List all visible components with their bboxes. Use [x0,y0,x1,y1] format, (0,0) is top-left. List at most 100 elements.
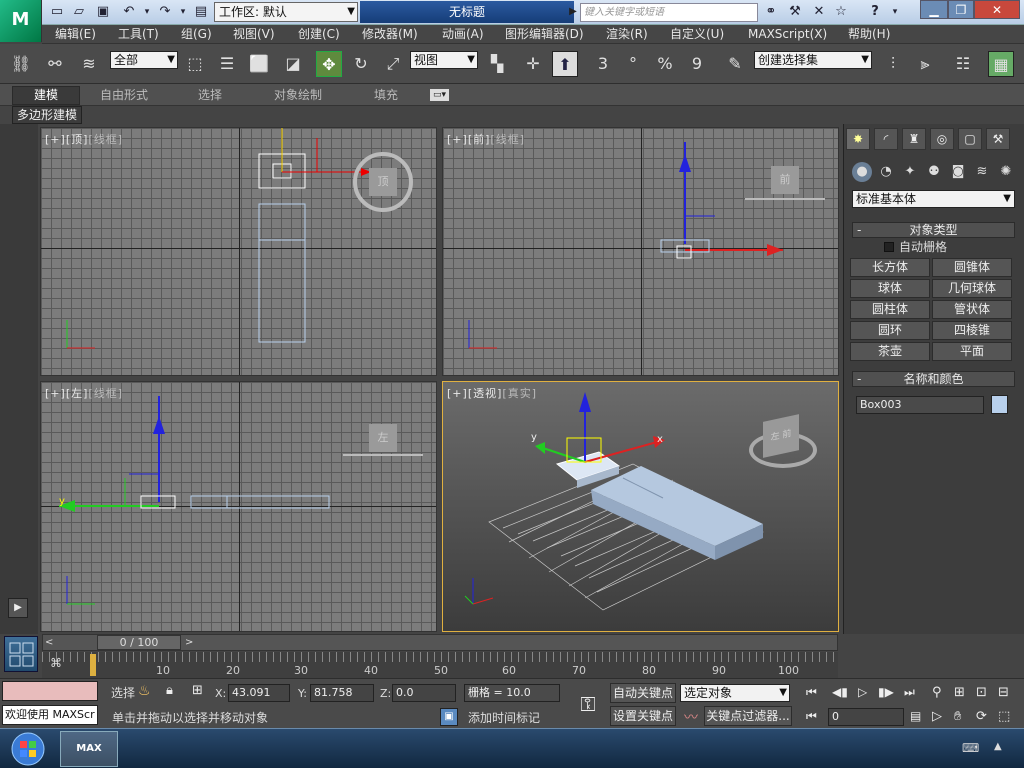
slider-prev-icon[interactable]: < [45,635,53,650]
tab-freeform[interactable]: 自由形式 [100,87,148,103]
rect-selection-icon[interactable]: ⬜ [246,51,272,77]
tools-icon[interactable]: ⚒ [786,3,804,21]
menu-graph-editors[interactable]: 图形编辑器(D) [505,26,584,43]
app-logo[interactable]: M [0,0,42,42]
sphere-button[interactable]: 球体 [850,279,930,298]
track-bar[interactable]: 10 20 30 40 50 60 70 80 90 100 [42,652,838,678]
pyramid-button[interactable]: 四棱锥 [932,321,1012,340]
goto-start-icon[interactable]: ⏮ [806,685,817,700]
key-icon[interactable]: ⚿ [570,689,606,719]
display-tab-icon[interactable]: ▢ [958,128,982,150]
viewcube-front[interactable]: 前 [771,166,799,194]
set-key-button[interactable]: 设置关键点 [610,706,676,726]
unlink-icon[interactable]: ⚯ [42,51,68,77]
x-coord-input[interactable]: 43.091 [228,684,290,702]
undo-dropdown-icon[interactable]: ▾ [138,3,156,21]
key-mode-select[interactable]: 选定对象 ▼ [680,684,790,702]
hierarchy-tab-icon[interactable]: ♜ [902,128,926,150]
menu-group[interactable]: 组(G) [181,26,212,43]
tab-selection[interactable]: 选择 [198,87,222,103]
menu-maxscript[interactable]: MAXScript(X) [748,26,827,43]
binoculars-icon[interactable]: ⚭ [762,3,780,21]
object-name-input[interactable]: Box003 [856,396,984,414]
viewcube-left[interactable]: 左 [369,424,397,452]
autogrid-checkbox[interactable]: 自动栅格 [884,240,947,254]
rotate-icon[interactable]: ↻ [348,51,374,77]
layer-manager-icon[interactable]: ☷ [950,51,976,77]
time-config-icon[interactable]: ▤ [910,709,921,723]
teapot-button[interactable]: 茶壶 [850,342,930,361]
auto-key-button[interactable]: 自动关键点 [610,683,676,703]
select-move-icon[interactable]: ✥ [316,51,342,77]
help-dropdown-icon[interactable]: ▾ [886,3,904,21]
shapes-icon[interactable]: ◔ [876,162,896,182]
redo-dropdown-icon[interactable]: ▾ [174,3,192,21]
menu-help[interactable]: 帮助(H) [848,26,890,43]
category-select[interactable]: 标准基本体 ▼ [852,190,1015,208]
keyboard-shortcut-icon[interactable]: ⬆ [552,51,578,77]
maximize-viewport-icon[interactable]: ⬚ [998,709,1010,724]
viewcube-face[interactable]: 左 前 [763,414,799,458]
viewport-perspective[interactable]: [+][透视][真实] x y 左 前 [442,381,839,632]
zoom-extents-all-icon[interactable]: ⊟ [998,685,1009,700]
cylinder-button[interactable]: 圆柱体 [850,300,930,319]
object-color-swatch[interactable] [991,395,1008,414]
minimize-button[interactable]: ▁ [920,0,948,19]
zoom-all-icon[interactable]: ⊞ [954,685,965,700]
bind-spacewarp-icon[interactable]: ≋ [76,51,102,77]
cone-button[interactable]: 圆锥体 [932,258,1012,277]
geometry-icon[interactable]: ● [852,162,872,182]
slider-next-icon[interactable]: > [185,635,193,650]
select-by-name-icon[interactable]: ☰ [214,51,240,77]
key-filters-button[interactable]: 关键点过滤器... [704,706,792,726]
menu-modifiers[interactable]: 修改器(M) [362,26,418,43]
goto-end-icon[interactable]: ⏭ [904,685,915,700]
polygon-modeling-panel[interactable]: 多边形建模 [12,106,82,124]
spacewarps-icon[interactable]: ≋ [972,162,992,182]
graphite-tools-icon[interactable]: ▦ [988,51,1014,77]
save-icon[interactable]: ▣ [94,3,112,21]
transform-mode-icon[interactable]: ⊞ [192,683,203,698]
snap-toggle-icon[interactable]: 3 [590,51,616,77]
menu-customize[interactable]: 自定义(U) [670,26,724,43]
spinner-snap-icon[interactable]: 9 [684,51,710,77]
time-slider[interactable]: < 0 / 100 > [42,634,838,651]
object-type-rollout[interactable]: - 对象类型 [852,222,1015,238]
viewport-top[interactable]: [+][顶][线框] 顶 [40,127,437,376]
select-object-icon[interactable]: ⬚ [182,51,208,77]
mini-curve-editor-icon[interactable]: ⌘ [50,656,62,670]
motion-tab-icon[interactable]: ◎ [930,128,954,150]
project-folder-icon[interactable]: ▤ [192,3,210,21]
systems-icon[interactable]: ✺ [996,162,1016,182]
keyboard-tray-icon[interactable]: ⌨ [962,741,979,755]
manipulate-icon[interactable]: ✛ [520,51,546,77]
viewport-left[interactable]: [+][左][线框] y 左 [40,381,437,632]
zoom-extents-icon[interactable]: ⊡ [976,685,987,700]
tray-arrow-icon[interactable]: ▲ [994,741,1002,752]
welcome-text[interactable]: 欢迎使用 MAXScr [2,705,98,725]
next-frame-icon[interactable]: ▮▶ [878,685,894,699]
plane-button[interactable]: 平面 [932,342,1012,361]
create-tab-icon[interactable]: ✸ [846,128,870,150]
time-tag-icon[interactable]: ▣ [440,708,458,726]
menu-tools[interactable]: 工具(T) [118,26,159,43]
box-button[interactable]: 长方体 [850,258,930,277]
window-crossing-icon[interactable]: ◪ [280,51,306,77]
taskbar-3dsmax-button[interactable]: MAX [60,731,118,767]
time-marker[interactable] [90,654,96,676]
reference-coord-select[interactable]: 视图 ▼ [410,51,478,69]
zoom-icon[interactable]: ⚲ [932,685,942,700]
redo-icon[interactable]: ↷ [156,3,174,21]
helpers-icon[interactable]: ◙ [948,162,968,182]
menu-animation[interactable]: 动画(A) [442,26,484,43]
angle-snap-icon[interactable]: ° [620,51,646,77]
search-input[interactable]: 键入关键字或短语 [580,3,758,22]
community-icon[interactable]: ✕ [810,3,828,21]
menu-rendering[interactable]: 渲染(R) [606,26,648,43]
maxscript-listener-mini[interactable] [2,681,98,701]
orbit-icon[interactable]: ⟳ [976,709,987,724]
mirror-icon[interactable]: ⫶ [880,51,906,77]
current-frame-input[interactable]: 0 [828,708,904,726]
expand-ribbon-icon[interactable]: ▶ [8,598,28,618]
close-button[interactable]: ✕ [974,0,1020,19]
